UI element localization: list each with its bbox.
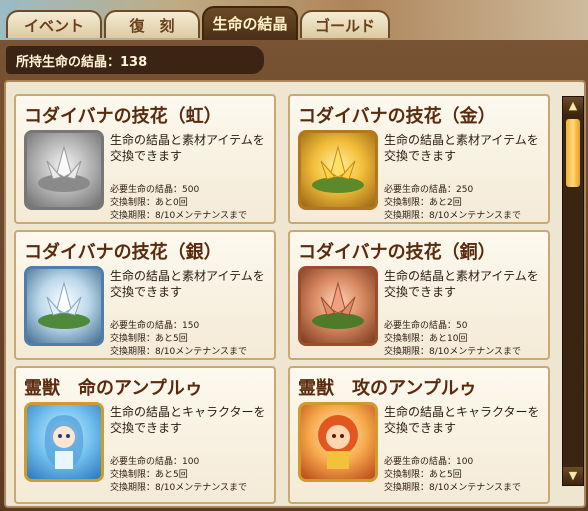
card-period: 交換期限：8/10メンテナンスまで (384, 347, 522, 357)
card-limit: 交換制限：あと2回 (384, 198, 462, 208)
exchange-card-rainbow[interactable]: コダイバナの技花（虹） 生命の結晶と素材アイテムを交換できます 必要生命の結晶：… (14, 94, 276, 224)
scrollbar[interactable]: ▲ ▼ (562, 96, 584, 486)
card-title: 霊獣 命のアンプルゥ (24, 378, 203, 399)
gold-lotus-icon (298, 130, 378, 210)
card-limit: 交換制限：あと0回 (110, 198, 188, 208)
card-limit: 交換制限：あと5回 (110, 334, 188, 344)
card-description: 生命の結晶とキャラクターを交換できます (384, 405, 540, 435)
scroll-down-button[interactable]: ▼ (563, 467, 583, 485)
item-grid: コダイバナの技花（虹） 生命の結晶と素材アイテムを交換できます 必要生命の結晶：… (6, 82, 554, 506)
card-limit: 交換制限：あと5回 (384, 470, 462, 480)
card-description: 生命の結晶とキャラクターを交換できます (110, 405, 266, 435)
card-period: 交換期限：8/10メンテナンスまで (110, 211, 248, 221)
card-period: 交換期限：8/10メンテナンスまで (384, 211, 522, 221)
tab-life-crystal[interactable]: 生命の結晶 (202, 6, 298, 40)
card-description: 生命の結晶と素材アイテムを交換できます (384, 133, 539, 163)
card-title: コダイバナの技花（銅） (298, 242, 496, 263)
scroll-thumb[interactable] (566, 119, 580, 187)
card-title: コダイバナの技花（銀） (24, 242, 222, 263)
exchange-panel: コダイバナの技花（虹） 生命の結晶と素材アイテムを交換できます 必要生命の結晶：… (4, 80, 586, 508)
silver-lotus-icon (24, 266, 104, 346)
card-cost: 必要生命の結晶：500 (110, 185, 200, 195)
card-title: コダイバナの技花（虹） (24, 106, 222, 127)
crystal-holdings-label: 所持生命の結晶：138 (16, 55, 148, 70)
exchange-card-blue-spirit[interactable]: 霊獣 命のアンプルゥ 生命の結晶とキャラクターを交換できます 必要生命の結晶：1… (14, 366, 276, 504)
tab-event[interactable]: イベント (6, 10, 102, 38)
tab-gold[interactable]: ゴールド (300, 10, 390, 38)
card-description: 生命の結晶と素材アイテムを交換できます (110, 269, 265, 299)
card-title: コダイバナの技花（金） (298, 106, 496, 127)
card-description: 生命の結晶と素材アイテムを交換できます (110, 133, 265, 163)
exchange-card-bronze[interactable]: コダイバナの技花（銅） 生命の結晶と素材アイテムを交換できます 必要生命の結晶：… (288, 230, 550, 360)
red-spirit-beast-icon (298, 402, 378, 482)
card-cost: 必要生命の結晶：50 (384, 321, 468, 331)
bronze-lotus-icon (298, 266, 378, 346)
card-period: 交換期限：8/10メンテナンスまで (110, 347, 248, 357)
card-period: 交換期限：8/10メンテナンスまで (384, 483, 522, 493)
card-limit: 交換制限：あと10回 (384, 334, 468, 344)
card-cost: 必要生命の結晶：250 (384, 185, 474, 195)
crystal-holdings-bar: 所持生命の結晶：138 (6, 46, 264, 74)
exchange-card-gold[interactable]: コダイバナの技花（金） 生命の結晶と素材アイテムを交換できます 必要生命の結晶：… (288, 94, 550, 224)
card-limit: 交換制限：あと5回 (110, 470, 188, 480)
card-period: 交換期限：8/10メンテナンスまで (110, 483, 248, 493)
card-cost: 必要生命の結晶：100 (110, 457, 200, 467)
card-description: 生命の結晶と素材アイテムを交換できます (384, 269, 539, 299)
tab-revival[interactable]: 復 刻 (104, 10, 200, 38)
scroll-up-button[interactable]: ▲ (563, 97, 583, 115)
card-cost: 必要生命の結晶：100 (384, 457, 474, 467)
tab-bar: イベント 復 刻 生命の結晶 ゴールド (0, 6, 588, 40)
exchange-card-red-spirit[interactable]: 霊獣 攻のアンプルゥ 生命の結晶とキャラクターを交換できます 必要生命の結晶：1… (288, 366, 550, 504)
gray-lotus-icon (24, 130, 104, 210)
blue-spirit-beast-icon (24, 402, 104, 482)
card-cost: 必要生命の結晶：150 (110, 321, 200, 331)
card-title: 霊獣 攻のアンプルゥ (298, 378, 477, 399)
exchange-card-silver[interactable]: コダイバナの技花（銀） 生命の結晶と素材アイテムを交換できます 必要生命の結晶：… (14, 230, 276, 360)
